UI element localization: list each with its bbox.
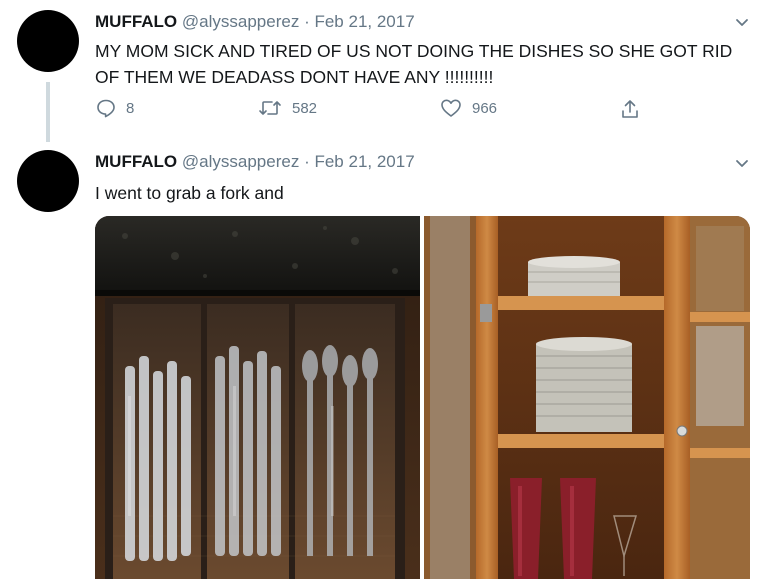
tweet-actions: 8 582 966: [0, 98, 760, 128]
share-icon: [622, 100, 638, 118]
heart-icon: [441, 99, 461, 117]
separator-dot: ·: [304, 152, 310, 171]
cabinet-paper-plates-photo[interactable]: [424, 216, 750, 579]
retweet-button[interactable]: 582: [258, 98, 317, 118]
tweet-media-grid: [95, 216, 750, 579]
cutlery-drawer-illustration: [95, 216, 420, 579]
avatar[interactable]: [17, 150, 79, 212]
tweet-text: MY MOM SICK AND TIRED OF US NOT DOING TH…: [95, 41, 733, 87]
reply-icon: [97, 99, 115, 118]
retweet-count: 582: [292, 99, 318, 117]
display-name[interactable]: MUFFALO: [95, 152, 177, 171]
cabinet-illustration: [424, 216, 750, 579]
plastic-cutlery-drawer-photo[interactable]: [95, 216, 420, 579]
tweet-text: I went to grab a fork and: [95, 183, 284, 203]
chevron-down-icon[interactable]: [734, 14, 750, 30]
chevron-down-icon[interactable]: [734, 155, 750, 171]
tweet-header: MUFFALO @alyssapperez · Feb 21, 2017: [95, 152, 415, 172]
reply-button[interactable]: 8: [96, 98, 134, 118]
tweet-date[interactable]: Feb 21, 2017: [314, 12, 414, 31]
tweet-1[interactable]: MUFFALO @alyssapperez · Feb 21, 2017 MY …: [0, 0, 760, 150]
retweet-icon: [259, 101, 281, 115]
tweet-header: MUFFALO @alyssapperez · Feb 21, 2017: [95, 12, 415, 32]
share-button[interactable]: [620, 98, 650, 120]
separator-dot: ·: [304, 12, 310, 31]
like-count: 966: [472, 99, 498, 117]
like-button[interactable]: 966: [440, 98, 497, 118]
user-handle[interactable]: @alyssapperez: [182, 12, 299, 31]
display-name[interactable]: MUFFALO: [95, 12, 177, 31]
user-handle[interactable]: @alyssapperez: [182, 152, 299, 171]
avatar[interactable]: [17, 10, 79, 72]
reply-count: 8: [126, 99, 135, 117]
tweet-date[interactable]: Feb 21, 2017: [314, 152, 414, 171]
